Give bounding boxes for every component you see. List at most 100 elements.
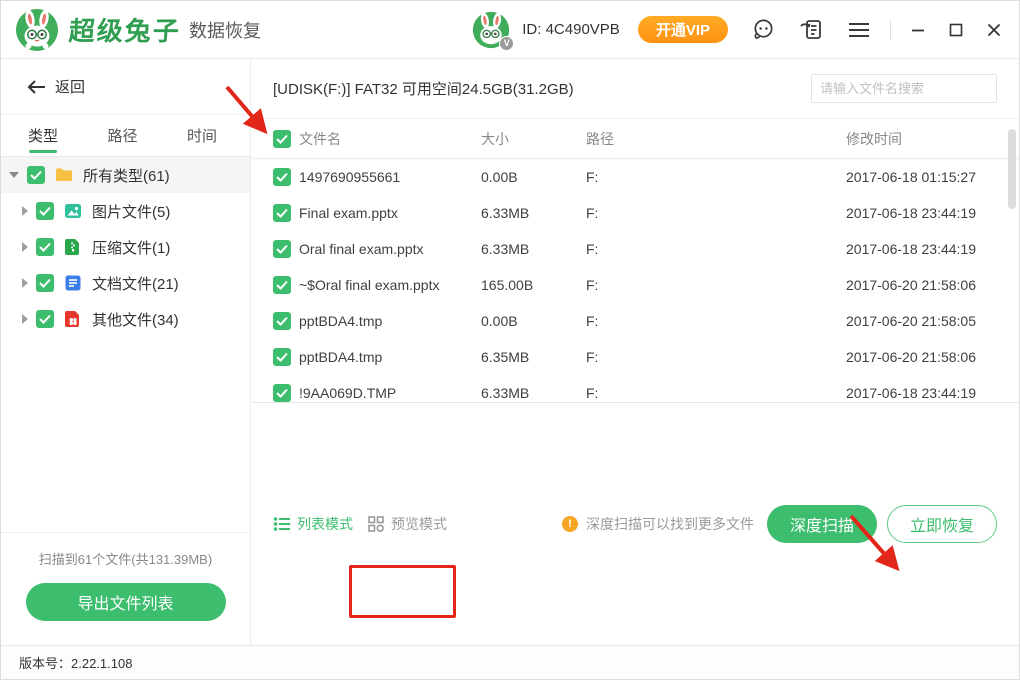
user-id-text: ID: 4C490VPB	[522, 21, 620, 38]
scrollbar-thumb[interactable]	[1008, 129, 1016, 209]
tree-checkbox[interactable]	[36, 310, 54, 328]
row-checkbox[interactable]	[273, 384, 291, 402]
file-path-cell: F:	[586, 169, 846, 185]
file-time-cell: 2017-06-20 21:58:05	[846, 313, 1019, 329]
column-header-path[interactable]: 路径	[586, 129, 846, 149]
tab-type[interactable]: 类型	[28, 118, 58, 153]
tree-item-all-types[interactable]: 所有类型(61)	[1, 157, 250, 193]
customer-service-button[interactable]	[750, 17, 776, 43]
export-file-list-button[interactable]: 导出文件列表	[26, 583, 226, 621]
main-header: [UDISK(F:)] FAT32 可用空间24.5GB(31.2GB)	[251, 59, 1019, 119]
titlebar-separator	[890, 20, 891, 40]
titlebar: 超级兔子 数据恢复 V ID: 4C490VP	[1, 1, 1019, 59]
search-box	[811, 74, 997, 103]
warning-icon: !	[562, 516, 578, 532]
tab-path[interactable]: 路径	[107, 118, 137, 153]
statusbar: 版本号：2.22.1.108	[1, 645, 1019, 679]
file-size-cell: 6.35MB	[481, 349, 586, 365]
preview-mode-icon	[367, 515, 385, 533]
list-mode-label: 列表模式	[297, 514, 353, 534]
row-checkbox[interactable]	[273, 168, 291, 186]
expand-triangle-icon[interactable]	[22, 278, 28, 288]
file-size-cell: 6.33MB	[481, 241, 586, 257]
scrollbar[interactable]	[1008, 123, 1016, 613]
check-icon	[276, 244, 288, 254]
tree-item-others[interactable]: 其他文件(34)	[1, 301, 250, 337]
file-time-cell: 2017-06-18 01:15:27	[846, 169, 1019, 185]
action-bar: 列表模式 预览模式 ! 深度扫描可以找到更多文件 深度扫描 立即恢复	[251, 402, 1019, 646]
tree-checkbox[interactable]	[27, 166, 45, 184]
tree-item-documents[interactable]: 文档文件(21)	[1, 265, 250, 301]
file-size-cell: 165.00B	[481, 277, 586, 293]
table-row[interactable]: pptBDA4.tmp 6.35MB F: 2017-06-20 21:58:0…	[251, 339, 1019, 375]
sidebar-footer: 扫描到61个文件(共131.39MB) 导出文件列表	[1, 532, 250, 645]
table-row[interactable]: Oral final exam.pptx 6.33MB F: 2017-06-1…	[251, 231, 1019, 267]
table-row[interactable]: ~$Oral final exam.pptx 165.00B F: 2017-0…	[251, 267, 1019, 303]
table-header: 文件名 大小 路径 修改时间	[251, 119, 1019, 159]
check-icon	[276, 134, 288, 144]
tree-checkbox[interactable]	[36, 202, 54, 220]
back-label: 返回	[55, 76, 85, 97]
tab-time[interactable]: 时间	[187, 118, 217, 153]
recover-now-button[interactable]: 立即恢复	[887, 505, 997, 543]
file-name-cell: Oral final exam.pptx	[299, 241, 481, 257]
file-type-tree: 所有类型(61) 图片文件(5)	[1, 157, 250, 337]
tree-item-label: 图片文件(5)	[92, 201, 170, 222]
row-checkbox[interactable]	[273, 240, 291, 258]
deep-scan-button[interactable]: 深度扫描	[767, 505, 877, 543]
check-icon	[39, 242, 51, 252]
file-name-cell: 1497690955661	[299, 169, 481, 185]
sidebar: 返回 类型 路径 时间 所有类型(61)	[1, 59, 251, 645]
preview-mode-label: 预览模式	[391, 514, 447, 534]
row-checkbox[interactable]	[273, 204, 291, 222]
column-header-size[interactable]: 大小	[481, 129, 586, 149]
search-input[interactable]	[812, 75, 997, 102]
list-mode-button[interactable]: 列表模式	[273, 514, 353, 534]
collapse-triangle-icon[interactable]	[9, 172, 19, 178]
table-row[interactable]: !9AA069D.TMP 6.33MB F: 2017-06-18 23:44:…	[251, 375, 1019, 402]
user-avatar[interactable]: V	[472, 11, 510, 49]
feedback-button[interactable]	[798, 17, 824, 43]
tree-checkbox[interactable]	[36, 274, 54, 292]
main-menu-button[interactable]	[846, 17, 872, 43]
minimize-button[interactable]	[907, 19, 929, 41]
select-all-checkbox[interactable]	[273, 130, 291, 148]
file-time-cell: 2017-06-20 21:58:06	[846, 349, 1019, 365]
maximize-button[interactable]	[945, 19, 967, 41]
sidebar-tabs: 类型 路径 时间	[1, 115, 250, 157]
tree-item-images[interactable]: 图片文件(5)	[1, 193, 250, 229]
close-button[interactable]	[983, 19, 1005, 41]
app-product-title: 数据恢复	[189, 17, 261, 43]
back-button[interactable]: 返回	[1, 59, 250, 115]
preview-mode-button[interactable]: 预览模式	[367, 514, 447, 534]
expand-triangle-icon[interactable]	[22, 206, 28, 216]
expand-triangle-icon[interactable]	[22, 314, 28, 324]
check-icon	[276, 388, 288, 398]
tree-checkbox[interactable]	[36, 238, 54, 256]
row-checkbox[interactable]	[273, 276, 291, 294]
minimize-icon	[910, 22, 926, 38]
table-row[interactable]: Final exam.pptx 6.33MB F: 2017-06-18 23:…	[251, 195, 1019, 231]
file-time-cell: 2017-06-18 23:44:19	[846, 385, 1019, 401]
tree-item-archives[interactable]: 压缩文件(1)	[1, 229, 250, 265]
file-path-cell: F:	[586, 205, 846, 221]
row-checkbox[interactable]	[273, 348, 291, 366]
other-file-icon	[63, 309, 83, 329]
row-checkbox[interactable]	[273, 312, 291, 330]
check-icon	[276, 208, 288, 218]
open-vip-button[interactable]: 开通VIP	[638, 16, 728, 43]
image-file-icon	[63, 201, 83, 221]
disk-info-text: [UDISK(F:)] FAT32 可用空间24.5GB(31.2GB)	[273, 78, 574, 99]
folder-icon	[54, 165, 74, 185]
file-time-cell: 2017-06-18 23:44:19	[846, 241, 1019, 257]
column-header-modified[interactable]: 修改时间	[846, 129, 1019, 149]
column-header-filename[interactable]: 文件名	[299, 129, 481, 149]
file-path-cell: F:	[586, 349, 846, 365]
table-row[interactable]: 1497690955661 0.00B F: 2017-06-18 01:15:…	[251, 159, 1019, 195]
table-row[interactable]: pptBDA4.tmp 0.00B F: 2017-06-20 21:58:05	[251, 303, 1019, 339]
expand-triangle-icon[interactable]	[22, 242, 28, 252]
archive-file-icon	[63, 237, 83, 257]
app-window: 超级兔子 数据恢复 V ID: 4C490VP	[0, 0, 1020, 680]
check-icon	[276, 352, 288, 362]
list-mode-icon	[273, 516, 291, 532]
